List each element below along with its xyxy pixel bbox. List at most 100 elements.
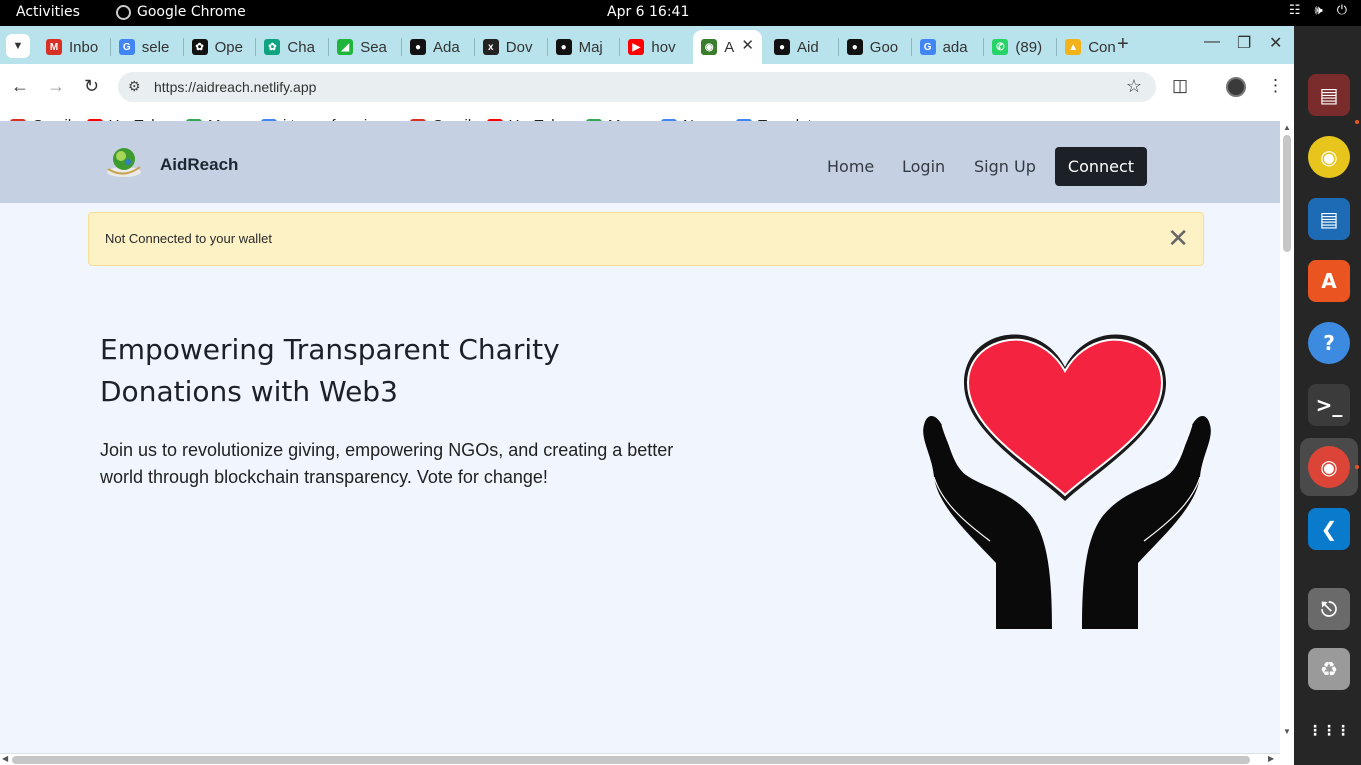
tab-title: Cha (287, 38, 315, 56)
browser-tab[interactable]: ✿ Cha (256, 32, 319, 62)
hands-holding-heart-illustration (923, 334, 1211, 629)
whatsapp-icon: ✆ (992, 39, 1009, 55)
nav-signup-link[interactable]: Sign Up (974, 157, 1036, 176)
files-icon: ▤ (1308, 74, 1350, 116)
xfs-icon: x (482, 39, 499, 55)
tab-title: Goo (869, 38, 899, 56)
browser-tab[interactable]: ● Aid (766, 32, 829, 62)
browser-tab[interactable]: ▲ Con (1057, 32, 1120, 62)
browser-tab[interactable]: M Inbo (38, 32, 101, 62)
bookmark-star-icon[interactable]: ☆ (1126, 76, 1142, 97)
browser-tab[interactable]: ● Maj (548, 32, 611, 62)
rhythmbox-icon: ◉ (1308, 136, 1350, 178)
browser-tab[interactable]: ✿ Ope (184, 32, 247, 62)
reload-button[interactable]: ↻ (84, 76, 99, 97)
extensions-icon[interactable]: ◫ (1172, 76, 1188, 96)
dock-item[interactable]: ❮ (1308, 508, 1350, 550)
browser-tab[interactable]: Gsele (111, 32, 174, 62)
praying-hands-icon: ▲ (1065, 39, 1082, 55)
power-icon: ⏻ (1336, 3, 1347, 18)
profile-avatar[interactable] (1226, 77, 1246, 97)
github-icon: ● (410, 39, 426, 55)
system-tray[interactable]: ☷ 🕪 ⏻ (1289, 3, 1347, 18)
address-bar[interactable]: ⚙ ☆ (118, 72, 1156, 102)
back-button[interactable]: ← (11, 76, 29, 97)
horizontal-scrollbar[interactable]: ◀ ▶ (0, 753, 1280, 765)
help-icon: ? (1308, 322, 1350, 364)
browser-toolbar: ← → ↻ ⚙ ☆ ◫ ⋮ (0, 64, 1294, 110)
url-input[interactable] (154, 76, 1054, 98)
github-icon: ● (846, 39, 863, 55)
tab-title: ada (942, 38, 968, 56)
browser-tab[interactable]: x Dov (475, 32, 538, 62)
activities-button[interactable]: Activities (16, 4, 80, 20)
openai-icon: ✿ (191, 39, 208, 55)
gmail-icon: M (46, 39, 62, 55)
dock-item[interactable]: ⎋ (1308, 588, 1350, 630)
nav-home-link[interactable]: Home (827, 157, 874, 176)
connect-wallet-button[interactable]: Connect (1055, 147, 1147, 186)
vertical-scrollbar[interactable]: ▲ ▼ (1280, 121, 1294, 739)
site-navbar: AidReach Home Login Sign Up Connect (0, 121, 1280, 203)
dock-item[interactable]: ◉ (1308, 136, 1350, 178)
dock-item[interactable]: A (1308, 260, 1350, 302)
browser-tab[interactable]: ● Ada (402, 32, 465, 62)
dock-item[interactable]: ◉ (1300, 438, 1358, 496)
aidreach-icon: ◉ (701, 39, 718, 55)
tab-title: A (724, 38, 735, 56)
dock-item[interactable]: ⋮⋮⋮ (1308, 710, 1350, 752)
running-indicator (1355, 465, 1359, 469)
dock-item[interactable]: ? (1308, 322, 1350, 364)
browser-tab[interactable]: ◉ A ✕ (693, 30, 762, 64)
nav-login-link[interactable]: Login (902, 157, 945, 176)
tab-title: Dov (505, 38, 533, 56)
app-menu[interactable]: Google Chrome (116, 4, 246, 20)
scroll-right-icon[interactable]: ▶ (1268, 754, 1274, 763)
browser-tab[interactable]: ▶ hov (620, 32, 683, 62)
close-window-button[interactable]: ✕ (1269, 33, 1282, 53)
forward-button[interactable]: → (47, 76, 65, 97)
close-icon[interactable]: ✕ (1167, 223, 1189, 253)
clock[interactable]: Apr 6 16:41 (607, 4, 689, 20)
browser-tab[interactable]: ✆ (89) (984, 32, 1047, 62)
dock-item[interactable]: ▤ (1308, 74, 1350, 116)
tab-title: Ope (214, 38, 243, 56)
tab-strip: ▼ M Inbo Gsele ✿ Ope ✿ Cha ◢ Sea ● Ada x Dov ● Maj ▶ hov… (0, 26, 1294, 64)
app-menu-label: Google Chrome (137, 4, 246, 20)
scroll-left-icon[interactable]: ◀ (2, 754, 8, 763)
libreoffice-writer-icon: ▤ (1308, 198, 1350, 240)
chatgpt-icon: ✿ (264, 39, 281, 55)
maximize-button[interactable]: ❐ (1237, 33, 1251, 53)
volume-icon: 🕪 (1314, 3, 1323, 18)
scroll-up-icon[interactable]: ▲ (1283, 123, 1291, 132)
close-tab-icon[interactable]: ✕ (741, 36, 754, 54)
vscode-icon: ❮ (1308, 508, 1350, 550)
tab-title: Inbo (69, 38, 99, 56)
terminal-icon: >_ (1308, 384, 1350, 426)
google-icon: G (118, 39, 135, 55)
brand-name[interactable]: AidReach (160, 155, 238, 175)
dock-item[interactable]: ♻ (1308, 648, 1350, 690)
dock-item[interactable]: >_ (1308, 384, 1350, 426)
scroll-down-icon[interactable]: ▼ (1283, 727, 1291, 736)
minimize-button[interactable]: — (1204, 33, 1220, 51)
vertical-scroll-thumb[interactable] (1283, 135, 1291, 252)
site-info-icon[interactable]: ⚙ (128, 78, 141, 95)
tab-title: hov (651, 38, 676, 56)
tab-search-button[interactable]: ▼ (6, 34, 30, 58)
chrome-menu-icon[interactable]: ⋮ (1267, 76, 1284, 96)
app-center-icon: A (1308, 260, 1350, 302)
browser-tab[interactable]: ◢ Sea (329, 32, 392, 62)
github-icon: ● (774, 39, 790, 55)
aidreach-logo-icon[interactable] (104, 143, 144, 179)
horizontal-scroll-thumb[interactable] (12, 756, 1250, 764)
dock-item[interactable]: ▤ (1308, 198, 1350, 240)
hero-description: Join us to revolutionize giving, empower… (100, 440, 674, 487)
browser-tab[interactable]: ● Goo (839, 32, 902, 62)
ubuntu-dock: ▤ ◉ ▤ A? >_ ◉ ❮ ⎋ ♻ ⋮⋮⋮ (1294, 26, 1361, 765)
new-tab-button[interactable]: + (1117, 33, 1129, 56)
trash-icon: ♻ (1308, 648, 1350, 690)
youtube-icon: ▶ (628, 39, 645, 55)
chrome-icon: ◉ (1308, 446, 1350, 488)
browser-tab[interactable]: Gada (912, 32, 975, 62)
